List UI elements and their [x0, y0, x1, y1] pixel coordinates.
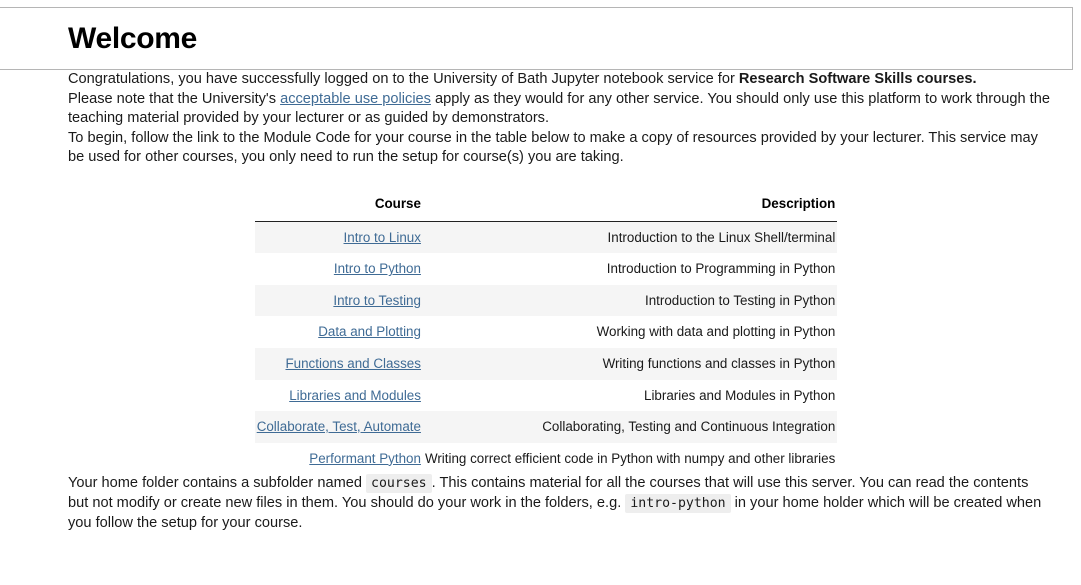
course-description-cell: Working with data and plotting in Python	[596, 324, 836, 340]
intro-paragraph-3: To begin, follow the link to the Module …	[68, 129, 1038, 166]
table-row: Data and Plotting Working with data and p…	[254, 316, 838, 348]
course-link[interactable]: Collaborate, Test, Automate	[257, 419, 421, 434]
footer-note-segment-1: Your home folder contains a subfolder na…	[68, 475, 367, 492]
intro-paragraph-1-bold: Research Software Skills courses.	[738, 71, 977, 87]
courses-table-body: Intro to Linux Introduction to the Linux …	[254, 221, 838, 475]
course-description-cell: Introduction to Programming in Python	[606, 261, 836, 277]
course-description-cell: Collaborating, Testing and Continuous In…	[542, 419, 836, 435]
table-row: Intro to Linux Introduction to the Linux …	[254, 221, 838, 254]
course-description-cell: Introduction to Testing in Python	[644, 292, 836, 308]
course-link[interactable]: Performant Python	[309, 451, 421, 466]
course-link[interactable]: Data and Plotting	[318, 324, 421, 339]
table-row: Intro to Python Introduction to Programmi…	[254, 253, 838, 285]
course-cell: Intro to Testing	[255, 285, 423, 317]
course-description-cell: Libraries and Modules in Python	[644, 387, 836, 403]
page-title: Welcome	[68, 21, 198, 55]
course-cell: Intro to Linux	[255, 221, 423, 253]
column-header-description: Description	[422, 189, 838, 222]
table-row: Performant Python Writing correct efficie…	[254, 442, 838, 475]
table-row: Libraries and Modules Libraries and Modul…	[254, 379, 838, 412]
course-description-cell: Writing correct efficient code in Python…	[424, 450, 836, 466]
course-link[interactable]: Libraries and Modules	[289, 388, 421, 403]
table-row: Collaborate, Test, Automate Collaborating…	[254, 411, 838, 443]
footer-note-paragraph: Your home folder contains a subfolder na…	[68, 474, 1050, 533]
table-row: Functions and Classes Writing functions a…	[254, 347, 838, 380]
intro-paragraph-2-prefix: Please note that the University's	[68, 90, 281, 107]
course-link[interactable]: Intro to Linux	[344, 230, 421, 245]
courses-folder-code: courses	[366, 474, 432, 494]
page-header: Welcome	[0, 7, 1073, 70]
course-cell: Collaborate, Test, Automate	[255, 411, 423, 443]
intro-paragraph-2: Please note that the University's accept…	[68, 90, 1050, 129]
course-cell: Functions and Classes	[255, 348, 423, 380]
courses-table-container: Course Description Intro to Linux Introdu…	[68, 189, 1051, 475]
course-link[interactable]: Functions and Classes	[285, 356, 420, 371]
courses-table-header-row: Course Description	[254, 189, 838, 222]
intro-paragraph-1: Congratulations, you have successfully l…	[68, 70, 1050, 90]
course-cell: Data and Plotting	[255, 316, 423, 348]
main-content: Congratulations, you have successfully l…	[0, 70, 1081, 533]
acceptable-use-policies-link[interactable]: acceptable use policies	[280, 91, 431, 107]
course-description-cell: Introduction to the Linux Shell/terminal	[607, 229, 836, 245]
course-cell: Performant Python	[255, 443, 423, 475]
course-cell: Intro to Python	[255, 253, 423, 285]
courses-table: Course Description Intro to Linux Introdu…	[254, 189, 838, 475]
course-link[interactable]: Intro to Testing	[333, 293, 421, 308]
table-row: Intro to Testing Introduction to Testing …	[254, 284, 838, 317]
courses-table-head: Course Description	[254, 189, 838, 222]
intro-paragraph-1-text: Congratulations, you have successfully l…	[68, 71, 739, 87]
course-link[interactable]: Intro to Python	[334, 261, 421, 276]
intro-python-folder-code: intro-python	[625, 493, 731, 513]
course-cell: Libraries and Modules	[255, 380, 423, 412]
course-description-cell: Writing functions and classes in Python	[602, 355, 836, 371]
column-header-course: Course	[254, 189, 423, 222]
